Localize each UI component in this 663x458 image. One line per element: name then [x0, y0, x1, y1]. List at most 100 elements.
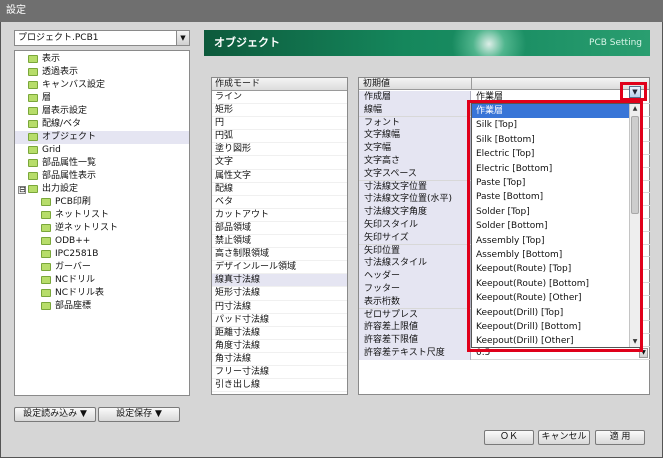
dropdown-option[interactable]: Keepout(Route) [Top]: [472, 262, 630, 276]
tree-item[interactable]: 表示: [15, 53, 189, 66]
tree-item-label: ODB++: [55, 236, 91, 246]
dropdown-option[interactable]: Silk [Top]: [472, 118, 630, 132]
mode-list-item[interactable]: 角寸法線: [212, 353, 347, 366]
mode-list-item[interactable]: 塗り図形: [212, 143, 347, 157]
mode-list-item[interactable]: パッド寸法線: [212, 314, 347, 327]
dropdown-option[interactable]: Assembly [Top]: [472, 234, 630, 248]
dropdown-option[interactable]: Keepout(Drill) [Other]: [472, 334, 630, 347]
cancel-button[interactable]: キャンセル: [538, 430, 590, 445]
mode-list-item[interactable]: 配線: [212, 183, 347, 196]
tree-item[interactable]: キャンバス設定: [15, 79, 189, 92]
scroll-thumb[interactable]: [631, 116, 639, 214]
load-settings-button[interactable]: 設定読み込み ▼: [14, 407, 96, 422]
dropdown-option[interactable]: Keepout(Drill) [Top]: [472, 306, 630, 320]
tree-item[interactable]: オブジェクト: [15, 131, 189, 144]
property-name: 文字線幅: [359, 129, 471, 142]
tree-item-label: NCドリル表: [55, 288, 105, 298]
dropdown-option[interactable]: 作業層: [472, 104, 630, 119]
mode-list-item[interactable]: 距離寸法線: [212, 327, 347, 340]
tree-item-label: 層表示設定: [42, 106, 88, 116]
mode-list-item[interactable]: 円: [212, 117, 347, 131]
mode-list-item[interactable]: ベタ: [212, 196, 347, 209]
mode-list-item[interactable]: カットアウト: [212, 209, 347, 222]
tree-item[interactable]: NCドリル: [15, 274, 189, 287]
dropdown-option[interactable]: Keepout(Drill) [Bottom]: [472, 320, 630, 334]
mode-list-item[interactable]: 部品領域: [212, 222, 347, 236]
mode-list-item[interactable]: 矩形: [212, 104, 347, 118]
apply-button[interactable]: 適 用: [595, 430, 645, 445]
ok-button[interactable]: ＯＫ: [484, 430, 534, 445]
chevron-down-icon[interactable]: ▼: [639, 348, 648, 358]
tree-item-label: NCドリル: [55, 275, 96, 285]
dropdown-option[interactable]: Electric [Bottom]: [472, 162, 630, 176]
layer-dropdown-list[interactable]: Keepout(Drill) [Other] Keepout(Drill) [Bo…: [471, 103, 641, 348]
tree-item[interactable]: ガーバー: [15, 261, 189, 274]
dropdown-option[interactable]: Electric [Top]: [472, 147, 630, 161]
dropdown-option[interactable]: Keepout(Route) [Bottom]: [472, 277, 630, 291]
mode-list-item[interactable]: ライン: [212, 91, 347, 105]
mode-list-item[interactable]: 線真寸法線: [212, 274, 347, 288]
mode-list[interactable]: 作成モード ライン 矩形円円弧 塗り図形 文字 属性文字 配線 ベタ カットアウト 部品領域 禁止…: [211, 77, 348, 395]
property-value[interactable]: 作業層: [476, 91, 503, 103]
dropdown-scrollbar[interactable]: ▲ ▼: [629, 104, 640, 347]
dropdown-option[interactable]: Assembly [Bottom]: [472, 248, 630, 262]
property-name: 作成層: [359, 91, 471, 104]
property-row[interactable]: 作成層 作業層: [359, 91, 651, 104]
dropdown-option[interactable]: Solder [Top]: [472, 205, 630, 219]
property-name: 線幅: [359, 103, 471, 117]
tree-item[interactable]: 層表示設定: [15, 105, 189, 118]
tree-item[interactable]: 部品属性一覧: [15, 157, 189, 170]
folder-icon: [28, 55, 38, 63]
property-name: 文字スペース: [359, 167, 471, 181]
save-settings-button[interactable]: 設定保存 ▼: [98, 407, 180, 422]
layer-dropdown-toggle-icon[interactable]: ▼: [629, 86, 641, 98]
dropdown-option[interactable]: Solder [Bottom]: [472, 219, 630, 233]
folder-icon: [28, 133, 38, 141]
tree-item[interactable]: 透過表示: [15, 66, 189, 79]
mode-list-item[interactable]: 引き出し線: [212, 379, 347, 393]
tree-item[interactable]: 部品属性表示: [15, 170, 189, 183]
tree-item[interactable]: ⊟ 出力設定: [15, 183, 189, 196]
mode-list-item[interactable]: 円弧: [212, 130, 347, 144]
banner-glow-decoration: [444, 30, 534, 56]
tree-item[interactable]: 配線/ベタ: [15, 118, 189, 131]
tree-item[interactable]: PCB印刷: [15, 196, 189, 209]
mode-list-item[interactable]: 文字: [212, 156, 347, 170]
mode-list-item[interactable]: 矩形寸法線: [212, 287, 347, 301]
tree-item[interactable]: 部品座標: [15, 300, 189, 313]
mode-list-item[interactable]: デザインルール領域: [212, 261, 347, 275]
property-row[interactable]: 許容差テキスト尺度 0.5 ▼: [359, 347, 651, 360]
folder-icon: [41, 237, 51, 245]
property-name: 表示桁数: [359, 295, 471, 309]
tree-item[interactable]: 層: [15, 92, 189, 105]
tree-item[interactable]: ODB++: [15, 235, 189, 248]
settings-tree[interactable]: 表示 透過表示キャンバス設定層層表示設定配線/ベタ オブジェクト Grid 部品属性一覧…: [14, 50, 190, 396]
scroll-up-icon[interactable]: ▲: [630, 104, 640, 114]
tree-item-label: PCB印刷: [55, 197, 91, 207]
tree-item[interactable]: NCドリル表: [15, 287, 189, 300]
collapse-icon[interactable]: ⊟: [18, 186, 26, 194]
mode-list-item[interactable]: 属性文字: [212, 170, 347, 183]
dropdown-option[interactable]: Keepout(Route) [Other]: [472, 291, 630, 305]
scroll-down-icon[interactable]: ▼: [630, 337, 640, 347]
tree-item[interactable]: ネットリスト: [15, 209, 189, 222]
property-name: 許容差下限値: [359, 334, 471, 347]
mode-list-item[interactable]: 円寸法線: [212, 301, 347, 314]
property-name: 矢印スタイル: [359, 219, 471, 232]
dropdown-option[interactable]: Paste [Top]: [472, 176, 630, 190]
property-value[interactable]: 0.5: [476, 347, 490, 359]
property-grid-header-label: 初期値: [363, 79, 391, 89]
mode-list-item[interactable]: 角度寸法線: [212, 340, 347, 353]
tree-item[interactable]: 逆ネットリスト: [15, 222, 189, 235]
property-name: フッター: [359, 283, 471, 296]
tree-item-label: 透過表示: [42, 67, 79, 77]
tree-item[interactable]: IPC2581B: [15, 248, 189, 261]
project-selector[interactable]: プロジェクト.PCB1 ▼: [14, 30, 190, 46]
tree-item[interactable]: Grid: [15, 144, 189, 157]
mode-list-item[interactable]: フリー寸法線: [212, 366, 347, 380]
mode-list-item[interactable]: 禁止領域: [212, 235, 347, 249]
dropdown-option[interactable]: Silk [Bottom]: [472, 133, 630, 147]
chevron-down-icon[interactable]: ▼: [176, 31, 189, 45]
mode-list-item[interactable]: 高さ制限領域: [212, 248, 347, 262]
dropdown-option[interactable]: Paste [Bottom]: [472, 190, 630, 204]
